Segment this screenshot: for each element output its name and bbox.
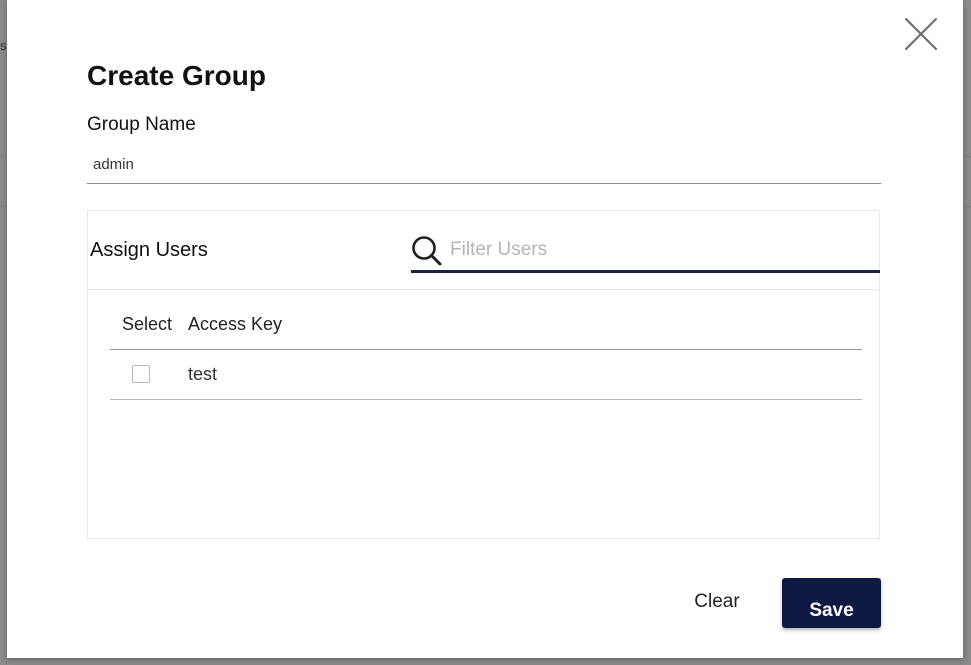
filter-users-input[interactable] (450, 235, 870, 265)
assign-users-title: Assign Users (90, 239, 208, 261)
create-group-dialog: Create Group Group Name Assign Users Sel… (7, 0, 963, 658)
access-key-cell: test (188, 364, 218, 384)
assign-users-panel: Assign Users Select Access Key test (87, 210, 880, 539)
save-button[interactable]: Save (782, 578, 881, 628)
row-select-checkbox[interactable] (132, 365, 150, 383)
group-name-label: Group Name (87, 114, 196, 135)
column-header-select: Select (122, 314, 173, 334)
clear-button[interactable]: Clear (683, 586, 751, 618)
close-button[interactable] (903, 16, 939, 52)
background-text: s (0, 38, 7, 53)
column-header-access-key: Access Key (188, 314, 283, 334)
search-icon (412, 236, 442, 266)
row-divider (110, 399, 862, 400)
filter-users-field (411, 233, 880, 273)
dialog-title: Create Group (87, 60, 266, 91)
users-table: Select Access Key test (88, 289, 879, 538)
header-divider (110, 349, 862, 350)
group-name-input[interactable] (87, 146, 881, 184)
close-icon (904, 17, 938, 51)
